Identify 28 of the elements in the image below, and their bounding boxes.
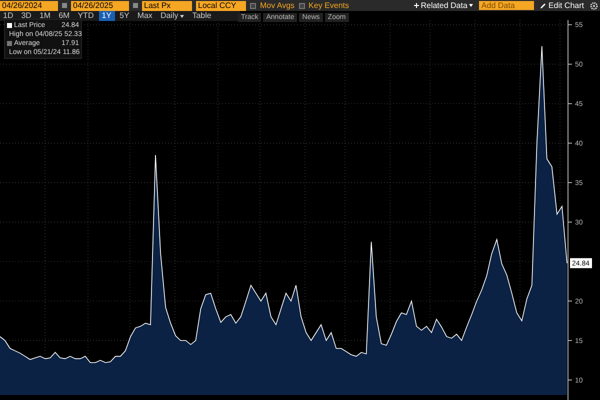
checkbox[interactable] xyxy=(250,2,256,8)
range-tab[interactable]: 6M xyxy=(56,11,73,21)
settings-icon[interactable] xyxy=(590,2,598,10)
range-tab[interactable]: 5Y xyxy=(116,11,132,21)
caret-icon xyxy=(180,14,184,18)
range-tab[interactable]: Max xyxy=(134,11,156,21)
price-field-dropdown[interactable]: Last Px xyxy=(142,0,192,10)
table-button[interactable]: Table xyxy=(189,11,214,21)
plus-icon xyxy=(414,3,419,8)
range-tab[interactable]: YTD xyxy=(74,11,97,21)
edit-chart-button[interactable]: Edit Chart xyxy=(538,0,586,10)
end-date-field[interactable]: 04/26/2025 xyxy=(71,0,129,10)
range-tab[interactable]: 3D xyxy=(18,11,34,21)
add-data-field[interactable]: Add Data xyxy=(479,1,534,10)
pencil-icon xyxy=(540,2,546,8)
caret-icon xyxy=(469,4,474,7)
range-tab[interactable]: 1D xyxy=(0,11,16,21)
toggle-label: Mov Avgs xyxy=(260,0,295,10)
checkbox[interactable] xyxy=(298,2,305,8)
related-data-button[interactable]: Related Data xyxy=(412,0,476,10)
legend-marker-icon xyxy=(7,41,12,46)
start-date-field[interactable]: 04/26/2024 xyxy=(0,0,58,10)
range-tab[interactable]: 1M xyxy=(36,11,54,21)
currency-dropdown[interactable]: Local CCY xyxy=(196,0,246,10)
toggle-label: Key Events xyxy=(308,0,350,10)
frequency-dropdown[interactable]: Daily xyxy=(157,11,188,21)
range-tab[interactable]: 1Y xyxy=(98,11,115,21)
legend-marker-icon xyxy=(7,23,12,28)
